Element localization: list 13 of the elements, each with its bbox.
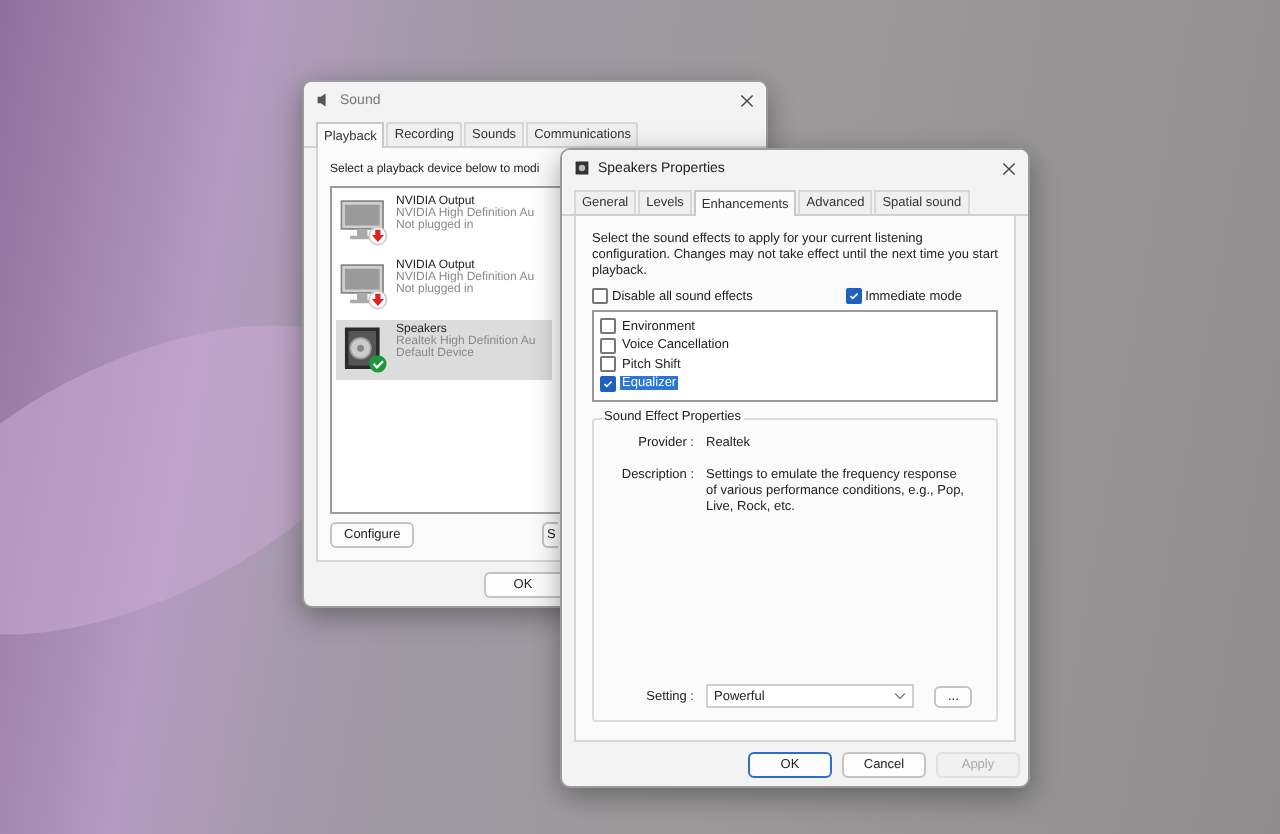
checkbox[interactable] <box>600 356 616 373</box>
checkbox[interactable] <box>600 337 616 354</box>
close-icon[interactable] <box>1002 161 1016 175</box>
speaker-icon <box>574 160 590 176</box>
checkbox[interactable] <box>600 318 616 335</box>
checkbox[interactable] <box>600 375 616 392</box>
monitor-icon <box>338 194 390 250</box>
checkbox[interactable] <box>592 288 608 305</box>
monitor-icon <box>338 258 390 314</box>
close-icon[interactable] <box>740 93 754 107</box>
chevron-down-icon <box>894 692 906 701</box>
checkbox[interactable] <box>845 288 862 305</box>
speaker-icon <box>316 92 332 108</box>
